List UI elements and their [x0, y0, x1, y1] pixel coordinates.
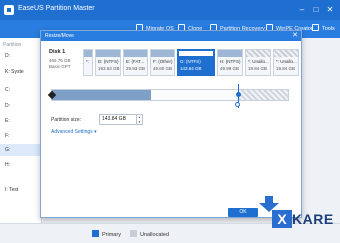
- sidebar-item[interactable]: K: Syste: [0, 66, 42, 78]
- partition-usage-bar: [218, 50, 242, 57]
- sidebar-item[interactable]: D:: [0, 50, 42, 62]
- partition-block[interactable]: F: (Other) 49.60 GB: [150, 49, 175, 76]
- partition-sidebar: Partition D: K: Syste C: D: E: F: G: H: …: [0, 38, 42, 223]
- partition-name: D: (NTFS): [98, 59, 119, 64]
- app-window: EaseUS Partition Master – □ ✕ Migrate OS…: [0, 0, 340, 243]
- title-bar: EaseUS Partition Master – □ ✕: [0, 0, 340, 20]
- sidebar-item[interactable]: E:: [0, 115, 42, 127]
- partition-size: 49.60 GB: [153, 66, 173, 71]
- partition-block-selected[interactable]: G: (NTFS) 143.84 GB: [177, 49, 215, 76]
- primary-swatch: [92, 230, 99, 237]
- partition-size: 49.99 GB: [220, 66, 240, 71]
- disk-map: Disk 1 465.76 GB Basic GPT *: D: (NTFS) …: [49, 49, 299, 76]
- legend-unallocated-label: Unallocated: [140, 232, 170, 238]
- partition-usage-bar: [84, 50, 92, 57]
- watermark-text: KARE: [292, 211, 334, 227]
- partition-usage-bar: [96, 50, 120, 57]
- xkare-watermark-logo: X KARE: [256, 196, 340, 240]
- resize-move-dialog: Resize/Move ✕ Disk 1 465.76 GB Basic GPT…: [40, 30, 302, 218]
- partition-size-label: Partition size:: [51, 117, 82, 123]
- partition-usage-bar: [151, 50, 174, 57]
- disk-size: 465.76 GB: [49, 58, 71, 63]
- partition-name: *: Unallo...: [276, 59, 297, 64]
- watermark-x-letter: X: [272, 210, 292, 228]
- ok-button[interactable]: OK: [228, 208, 258, 217]
- partition-size: 19.84 GB: [248, 66, 268, 71]
- resize-handle-grip-icon[interactable]: [235, 102, 240, 107]
- disk-name: Disk 1: [49, 49, 66, 55]
- partition-block[interactable]: E: (FAT... 29.93 GB: [123, 49, 148, 76]
- sidebar-item[interactable]: D:: [0, 100, 42, 112]
- partition-name: G: (NTFS): [180, 59, 201, 64]
- partition-size-input[interactable]: 143.84 GB ▲ ▼: [99, 114, 143, 125]
- partition-size-value: 143.84 GB: [102, 116, 126, 122]
- unallocated-space-fill: [239, 90, 288, 100]
- partition-size: 143.84 GB: [180, 66, 202, 71]
- unallocated-swatch: [130, 230, 137, 237]
- partition-size: 29.93 GB: [126, 66, 146, 71]
- minimize-button[interactable]: –: [296, 4, 308, 16]
- partition-usage-bar: [246, 50, 270, 57]
- legend-unallocated: Unallocated: [130, 230, 169, 239]
- app-logo-icon: [4, 5, 14, 15]
- tools-icon: [312, 24, 319, 31]
- sidebar-header: Partition: [3, 42, 22, 48]
- legend-primary: Primary: [92, 230, 121, 239]
- disk-info: Disk 1 465.76 GB Basic GPT: [49, 49, 77, 76]
- partition-usage-bar: [178, 50, 214, 57]
- disk-type: Basic GPT: [49, 64, 71, 69]
- partition-block-unallocated[interactable]: *: Unallo... 19.84 GB: [273, 49, 299, 76]
- tools-label: Tools: [322, 26, 335, 32]
- partition-name: F: (Other): [153, 59, 173, 64]
- sidebar-item[interactable]: I: Test: [0, 184, 42, 196]
- maximize-button[interactable]: □: [310, 4, 322, 16]
- partition-name: E: (FAT...: [126, 59, 145, 64]
- legend-primary-label: Primary: [102, 232, 121, 238]
- partition-name: H: (NTFS): [220, 59, 241, 64]
- partition-block[interactable]: D: (NTFS) 193.53 GB: [95, 49, 121, 76]
- partition-block[interactable]: H: (NTFS) 49.99 GB: [217, 49, 243, 76]
- partition-block-unallocated[interactable]: *: Unallo... 19.84 GB: [245, 49, 271, 76]
- sidebar-item[interactable]: F:: [0, 130, 42, 142]
- sidebar-item-selected[interactable]: G:: [0, 144, 42, 156]
- partition-name: *:: [86, 59, 90, 64]
- partition-usage-bar: [274, 50, 298, 57]
- advanced-settings-link[interactable]: Advanced Settings ▾: [51, 129, 97, 135]
- tools-button[interactable]: Tools: [312, 24, 335, 35]
- partition-block[interactable]: *:: [83, 49, 93, 76]
- sidebar-item[interactable]: H:: [0, 159, 42, 171]
- partition-size: 19.84 GB: [276, 66, 296, 71]
- size-spinner-icon[interactable]: ▲ ▼: [136, 115, 142, 124]
- sidebar-item[interactable]: C:: [0, 84, 42, 96]
- window-title: EaseUS Partition Master: [18, 5, 95, 12]
- dialog-title: Resize/Move: [41, 31, 301, 41]
- close-button[interactable]: ✕: [324, 4, 336, 16]
- resize-handle-dot-icon[interactable]: [236, 92, 241, 97]
- partition-name: *: Unallo...: [248, 59, 269, 64]
- dialog-close-button[interactable]: ✕: [292, 31, 298, 41]
- partition-size: 193.53 GB: [98, 66, 120, 71]
- resize-slider[interactable]: [47, 84, 289, 108]
- partition-used-fill: [52, 90, 151, 100]
- partition-usage-bar: [124, 50, 147, 57]
